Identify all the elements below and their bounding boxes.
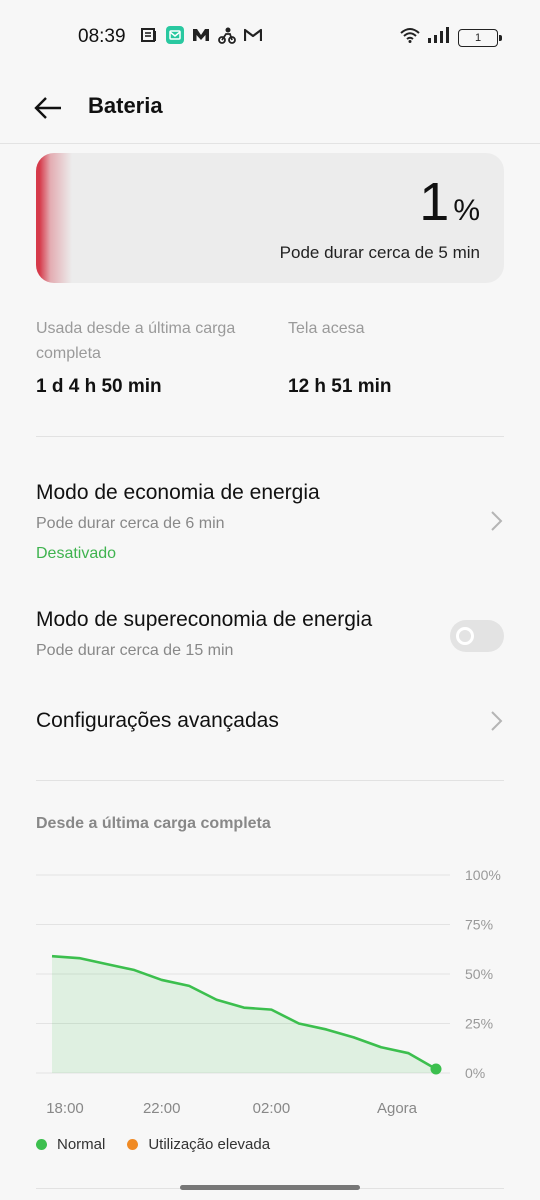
super-saving-mode-item: Modo de supereconomia de energia Pode du… <box>36 608 504 668</box>
home-indicator[interactable] <box>180 1185 360 1190</box>
super-saving-toggle[interactable] <box>450 620 504 652</box>
screen-on-value: 12 h 51 min <box>288 376 392 397</box>
legend-label-normal: Normal <box>57 1136 106 1153</box>
gmail-icon <box>244 26 262 44</box>
chart-legend: Normal Utilização elevada <box>36 1136 292 1153</box>
usage-since-charge-label: Usada desde a última carga completa <box>36 320 236 362</box>
battery-percent-sign: % <box>453 194 480 227</box>
chevron-right-icon <box>491 511 503 531</box>
x-tick-label: 22:00 <box>143 1100 181 1117</box>
notification-icons <box>140 26 262 44</box>
x-tick-label: Agora <box>377 1100 418 1117</box>
mail-app-icon <box>166 26 184 44</box>
battery-estimate: Pode durar cerca de 5 min <box>279 243 480 262</box>
usage-since-charge: Usada desde a última carga completa 1 d … <box>36 316 236 398</box>
advanced-settings-item[interactable]: Configurações avançadas <box>36 709 504 739</box>
battery-level-bar <box>36 153 72 283</box>
screen-on-label: Tela acesa <box>288 320 365 337</box>
x-tick-label: 18:00 <box>46 1100 84 1117</box>
y-tick-label: 25% <box>465 1016 493 1032</box>
chart-section-title: Desde a última carga completa <box>36 815 271 832</box>
screen-on-time: Tela acesa 12 h 51 min <box>288 316 488 398</box>
battery-history-chart: 100% 75% 50% 25% 0% 18:00 22:00 02:00 Agora <box>36 867 501 1117</box>
divider <box>36 780 504 781</box>
battery-level-card: 1 % Pode durar cerca de 5 min <box>36 153 504 283</box>
back-button[interactable] <box>30 90 66 126</box>
page-title: Bateria <box>88 93 163 118</box>
delivery-icon <box>218 26 236 44</box>
back-arrow-icon <box>34 97 61 119</box>
status-bar: 08:39 1 <box>0 0 540 72</box>
battery-icon: 1 <box>458 28 502 47</box>
legend-item-normal: Normal <box>36 1136 105 1153</box>
news-icon <box>140 26 158 44</box>
battery-level-text: 1 <box>474 31 482 44</box>
system-icons: 1 <box>400 27 502 48</box>
super-saving-subtitle: Pode durar cerca de 15 min <box>36 642 234 659</box>
divider <box>36 436 504 437</box>
legend-dot-high-usage <box>127 1139 139 1150</box>
y-tick-label: 0% <box>465 1065 485 1081</box>
y-tick-label: 50% <box>465 966 493 982</box>
x-tick-label: 02:00 <box>253 1100 291 1117</box>
current-level-point <box>430 1063 442 1075</box>
toggle-knob <box>456 627 474 645</box>
advanced-settings-title: Configurações avançadas <box>36 709 279 732</box>
power-saving-title: Modo de economia de energia <box>36 481 320 504</box>
app-header: Bateria <box>0 72 540 144</box>
super-saving-title: Modo de supereconomia de energia <box>36 608 373 631</box>
power-saving-mode-item[interactable]: Modo de economia de energia Pode durar c… <box>36 481 504 571</box>
legend-dot-normal <box>36 1139 47 1150</box>
m-app-icon <box>192 26 210 44</box>
battery-percentage: 1 % <box>419 175 480 229</box>
legend-item-high-usage: Utilização elevada <box>127 1136 270 1153</box>
chevron-right-icon <box>491 711 503 731</box>
y-tick-label: 75% <box>465 917 493 933</box>
battery-percent-value: 1 <box>419 172 450 232</box>
signal-icon <box>428 27 450 48</box>
y-tick-label: 100% <box>465 867 501 883</box>
power-saving-status: Desativado <box>36 545 117 562</box>
wifi-icon <box>400 27 420 48</box>
power-saving-subtitle: Pode durar cerca de 6 min <box>36 515 225 532</box>
status-time: 08:39 <box>78 26 126 47</box>
legend-label-high-usage: Utilização elevada <box>148 1136 271 1153</box>
usage-since-charge-value: 1 d 4 h 50 min <box>36 376 162 397</box>
